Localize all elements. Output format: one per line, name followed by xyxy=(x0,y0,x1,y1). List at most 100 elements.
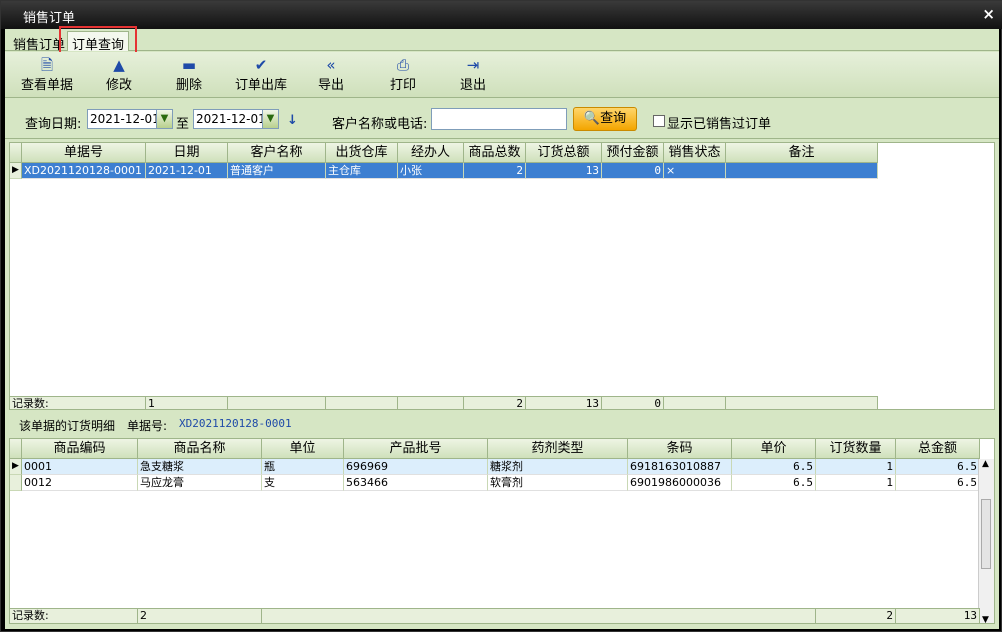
record-count-label: 记录数: xyxy=(10,396,146,409)
document-icon: 🗎 xyxy=(40,56,54,74)
client-area: 销售订单 订单查询 🗎 查看单据 ▲ 修改 ▬ 删除 ✔ 订单出库 « 导出 ⎙ 打印 ⇥ 退… xyxy=(5,26,999,629)
chevron-down-icon[interactable]: ▼ xyxy=(262,110,278,128)
print-label: 打印 xyxy=(389,78,416,93)
col-unit[interactable]: 单位 xyxy=(262,439,344,459)
row-indicator-header xyxy=(10,143,22,163)
unit-cell[interactable]: 瓶 xyxy=(262,459,344,475)
order-total-cell[interactable]: 13 xyxy=(526,163,602,179)
footer-amount: 13 xyxy=(896,608,980,623)
col-warehouse[interactable]: 出货仓库 xyxy=(326,143,398,163)
vertical-scrollbar[interactable]: ▲ ▼ xyxy=(978,459,994,623)
check-icon: ✔ xyxy=(254,56,268,74)
col-batch[interactable]: 产品批号 xyxy=(344,439,488,459)
batch-cell[interactable]: 563466 xyxy=(344,475,488,491)
scroll-up-icon[interactable]: ▲ xyxy=(982,459,989,469)
view-document-label: 查看单据 xyxy=(20,78,73,93)
print-button[interactable]: ⎙ 打印 xyxy=(373,56,433,93)
total-amount-cell[interactable]: 6.5 xyxy=(896,475,980,491)
delete-label: 删除 xyxy=(175,78,202,93)
product-name-cell[interactable]: 马应龙膏 xyxy=(138,475,262,491)
customer-cell[interactable]: 普通客户 xyxy=(228,163,326,179)
record-count-value: 2 xyxy=(138,608,262,623)
unit-cell[interactable]: 支 xyxy=(262,475,344,491)
search-button[interactable]: 🔍查询 xyxy=(573,107,637,131)
view-document-button[interactable]: 🗎 查看单据 xyxy=(17,56,77,93)
chevron-down-icon[interactable]: ▼ xyxy=(156,110,172,128)
barcode-cell[interactable]: 6901986000036 xyxy=(628,475,732,491)
col-total-qty[interactable]: 商品总数 xyxy=(464,143,526,163)
date-from-picker[interactable]: 2021-12-01 ▼ xyxy=(87,109,173,129)
search-button-label: 查询 xyxy=(600,111,627,126)
double-left-icon: « xyxy=(326,56,336,74)
close-icon[interactable]: × xyxy=(982,5,995,23)
handler-cell[interactable]: 小张 xyxy=(398,163,464,179)
product-code-cell[interactable]: 0001 xyxy=(22,459,138,475)
product-name-cell[interactable]: 急支糖浆 xyxy=(138,459,262,475)
date-cell[interactable]: 2021-12-01 xyxy=(146,163,228,179)
query-date-label: 查询日期: xyxy=(25,117,82,132)
date-from-value: 2021-12-01 xyxy=(90,112,160,126)
col-handler[interactable]: 经办人 xyxy=(398,143,464,163)
col-total-amount[interactable]: 总金额 xyxy=(896,439,980,459)
status-cell[interactable]: × xyxy=(664,163,726,179)
search-icon: 🔍 xyxy=(583,111,601,126)
col-drug-type[interactable]: 药剂类型 xyxy=(488,439,628,459)
tab-strip: 销售订单 订单查询 xyxy=(5,26,999,58)
query-bar: 查询日期: 2021-12-01 ▼ 至 2021-12-01 ▼ ↓ 客户名称或电… xyxy=(5,99,999,139)
barcode-cell[interactable]: 6918163010887 xyxy=(628,459,732,475)
export-label: 导出 xyxy=(317,78,344,93)
edit-button[interactable]: ▲ 修改 xyxy=(89,56,149,93)
warehouse-cell[interactable]: 主仓库 xyxy=(326,163,398,179)
show-sold-checkbox[interactable] xyxy=(653,115,665,127)
up-arrow-icon: ▲ xyxy=(113,56,125,74)
col-prepaid[interactable]: 预付金额 xyxy=(602,143,664,163)
order-outbound-label: 订单出库 xyxy=(234,78,287,93)
col-order-qty[interactable]: 订货数量 xyxy=(816,439,896,459)
down-arrow-icon[interactable]: ↓ xyxy=(287,113,298,128)
order-qty-cell[interactable]: 1 xyxy=(816,459,896,475)
minus-icon: ▬ xyxy=(181,56,197,74)
exit-door-icon: ⇥ xyxy=(466,56,480,74)
order-outbound-button[interactable]: ✔ 订单出库 xyxy=(231,56,291,93)
col-unit-price[interactable]: 单价 xyxy=(732,439,816,459)
unit-price-cell[interactable]: 6.5 xyxy=(732,459,816,475)
remark-cell[interactable] xyxy=(726,163,878,179)
export-button[interactable]: « 导出 xyxy=(301,56,361,93)
col-status[interactable]: 销售状态 xyxy=(664,143,726,163)
batch-cell[interactable]: 696969 xyxy=(344,459,488,475)
col-customer[interactable]: 客户名称 xyxy=(228,143,326,163)
prepaid-cell[interactable]: 0 xyxy=(602,163,664,179)
detail-title: 该单据的订货明细 xyxy=(19,419,116,433)
col-product-code[interactable]: 商品编码 xyxy=(22,439,138,459)
order-qty-cell[interactable]: 1 xyxy=(816,475,896,491)
delete-button[interactable]: ▬ 删除 xyxy=(159,56,219,93)
drug-type-cell[interactable]: 软膏剂 xyxy=(488,475,628,491)
show-sold-label[interactable]: 显示已销售过订单 xyxy=(667,113,771,132)
tab-order-query[interactable]: 订单查询 xyxy=(67,31,130,53)
exit-button[interactable]: ⇥ 退出 xyxy=(443,56,503,93)
total-qty-cell[interactable]: 2 xyxy=(464,163,526,179)
row-pointer-icon: ▶ xyxy=(10,459,22,475)
scroll-thumb[interactable] xyxy=(981,499,991,569)
col-barcode[interactable]: 条码 xyxy=(628,439,732,459)
col-order-total[interactable]: 订货总额 xyxy=(526,143,602,163)
col-remark[interactable]: 备注 xyxy=(726,143,878,163)
date-to-value: 2021-12-01 xyxy=(196,112,266,126)
footer-empty xyxy=(262,608,816,623)
total-amount-cell[interactable]: 6.5 xyxy=(896,459,980,475)
col-doc-no[interactable]: 单据号 xyxy=(22,143,146,163)
drug-type-cell[interactable]: 糖浆剂 xyxy=(488,459,628,475)
row-pointer-icon: ▶ xyxy=(10,163,22,179)
doc-no-cell[interactable]: XD2021120128-0001 xyxy=(22,163,146,179)
date-to-label: 至 xyxy=(176,117,190,132)
unit-price-cell[interactable]: 6.5 xyxy=(732,475,816,491)
col-date[interactable]: 日期 xyxy=(146,143,228,163)
date-to-picker[interactable]: 2021-12-01 ▼ xyxy=(193,109,279,129)
tab-sales-order[interactable]: 销售订单 xyxy=(9,32,69,53)
product-code-cell[interactable]: 0012 xyxy=(22,475,138,491)
col-product-name[interactable]: 商品名称 xyxy=(138,439,262,459)
customer-search-input[interactable] xyxy=(431,108,567,130)
row-indicator xyxy=(10,475,22,491)
scroll-down-icon[interactable]: ▼ xyxy=(982,615,989,623)
footer-empty xyxy=(398,396,464,409)
